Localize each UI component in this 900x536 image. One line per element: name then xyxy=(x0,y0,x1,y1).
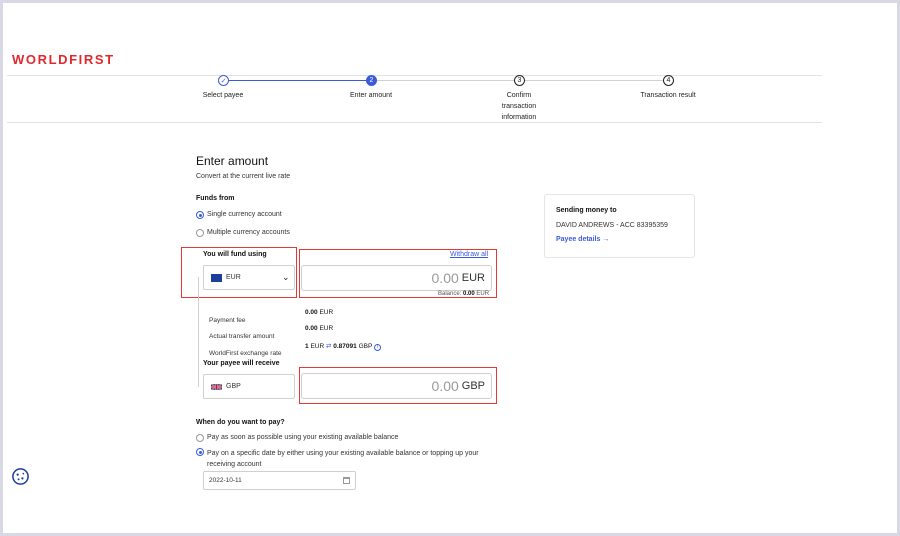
payment-date-value: 2022-10-11 xyxy=(209,477,242,484)
step-2-label: Enter amount xyxy=(349,92,393,99)
eu-flag-icon xyxy=(211,274,222,282)
step-1-circle: ✓ xyxy=(218,75,229,86)
step-2-circle: 2 xyxy=(366,75,377,86)
payee-details-link[interactable]: Payee details → xyxy=(556,236,609,243)
receive-amount-value: 0.00 xyxy=(431,378,459,394)
transfer-amount-currency: EUR xyxy=(319,325,334,332)
single-currency-label[interactable]: Single currency account xyxy=(207,211,282,218)
fund-currency-select[interactable]: EUR ⌄ xyxy=(203,265,295,290)
step-3-label-line-2: transaction xyxy=(501,103,537,110)
pay-specific-date-radio[interactable] xyxy=(196,448,204,456)
payment-fee-value-group: 0.00 EUR xyxy=(305,309,333,316)
transfer-amount-label: Actual transfer amount xyxy=(209,333,275,340)
funds-from-label: Funds from xyxy=(196,195,235,202)
info-icon[interactable]: i xyxy=(373,344,381,351)
balance-label: Balance: xyxy=(438,291,462,297)
step-3-circle: 3 xyxy=(514,75,525,86)
transfer-amount-value: 0.00 xyxy=(305,325,318,332)
swap-icon: ⇄ xyxy=(325,343,332,350)
uk-flag-icon xyxy=(211,383,222,391)
exchange-rate-label: WorldFirst exchange rate xyxy=(209,350,282,357)
single-currency-radio[interactable] xyxy=(196,211,204,219)
receive-amount-input[interactable]: 0.00 GBP xyxy=(301,373,492,399)
withdraw-all-link[interactable]: Withdraw all xyxy=(450,251,488,258)
exchange-rate-value-group: 1 EUR ⇄ 0.87091 GBP i xyxy=(305,342,381,351)
transfer-amount-value-group: 0.00 EUR xyxy=(305,325,333,332)
header-bottom-divider xyxy=(7,122,822,123)
header-top-divider xyxy=(7,75,822,76)
fund-using-label: You will fund using xyxy=(203,251,267,258)
balance-row: Balance: 0.00 EUR xyxy=(438,291,489,297)
balance-value: 0.00 xyxy=(463,291,475,297)
rate-from-amount: 1 xyxy=(305,343,309,350)
multiple-currency-radio[interactable] xyxy=(196,229,204,237)
payee-details-label: Payee details xyxy=(556,236,601,243)
rate-to-currency: GBP xyxy=(358,343,373,350)
page-subtitle: Convert at the current live rate xyxy=(196,173,291,180)
step-4-label: Transaction result xyxy=(640,92,696,99)
transfer-amount-row: Actual transfer amount 0.00 EUR xyxy=(209,325,409,343)
receive-currency-value: GBP xyxy=(226,383,241,390)
arrow-right-icon: → xyxy=(602,236,610,243)
fund-amount-value: 0.00 xyxy=(431,270,459,286)
step-3-label: Confirm transaction information xyxy=(479,90,559,123)
fund-currency-value: EUR xyxy=(226,274,241,281)
step-3-label-line-1: Confirm xyxy=(506,92,532,99)
sending-money-title: Sending money to xyxy=(556,207,617,214)
payment-fee-value: 0.00 xyxy=(305,309,318,316)
receive-amount-currency: GBP xyxy=(461,380,485,392)
calendar-icon[interactable] xyxy=(343,477,350,484)
sending-money-card: Sending money to DAVID ANDREWS - ACC 833… xyxy=(544,194,695,258)
pay-specific-date-line-2: receiving account xyxy=(207,461,262,468)
rate-from-currency: EUR xyxy=(310,343,325,350)
when-to-pay-label: When do you want to pay? xyxy=(196,419,285,426)
pay-asap-radio[interactable] xyxy=(196,434,204,442)
receive-currency-box: GBP xyxy=(203,374,295,399)
chevron-down-icon: ⌄ xyxy=(282,272,290,282)
step-4-circle: 4 xyxy=(663,75,674,86)
pay-specific-date-label[interactable]: Pay on a specific date by either using y… xyxy=(207,448,479,470)
payment-fee-currency: EUR xyxy=(319,309,334,316)
pay-asap-label[interactable]: Pay as soon as possible using your exist… xyxy=(207,434,398,441)
payee-receive-label: Your payee will receive xyxy=(203,360,280,367)
page-title: Enter amount xyxy=(196,154,269,168)
step-1-label: Select payee xyxy=(202,92,244,99)
conversion-connector-line xyxy=(198,277,199,387)
stepper-progress-line xyxy=(223,80,371,81)
payment-date-input[interactable]: 2022-10-11 xyxy=(203,471,356,490)
rate-to-amount: 0.87091 xyxy=(333,343,357,350)
balance-currency: EUR xyxy=(476,291,490,297)
exchange-rate-row: WorldFirst exchange rate 1 EUR ⇄ 0.87091… xyxy=(209,342,429,360)
payee-name: DAVID ANDREWS - ACC 83395359 xyxy=(556,222,668,229)
multiple-currency-label[interactable]: Multiple currency accounts xyxy=(207,229,290,236)
check-icon: ✓ xyxy=(220,77,227,85)
fund-amount-input[interactable]: 0.00 EUR xyxy=(301,265,492,291)
pay-specific-date-line-1: Pay on a specific date by either using y… xyxy=(207,450,479,457)
payment-fee-label: Payment fee xyxy=(209,317,246,324)
fund-amount-currency: EUR xyxy=(461,272,485,284)
worldfirst-logo[interactable]: WORLDFIRST xyxy=(12,52,115,67)
cookie-icon[interactable] xyxy=(11,467,30,486)
